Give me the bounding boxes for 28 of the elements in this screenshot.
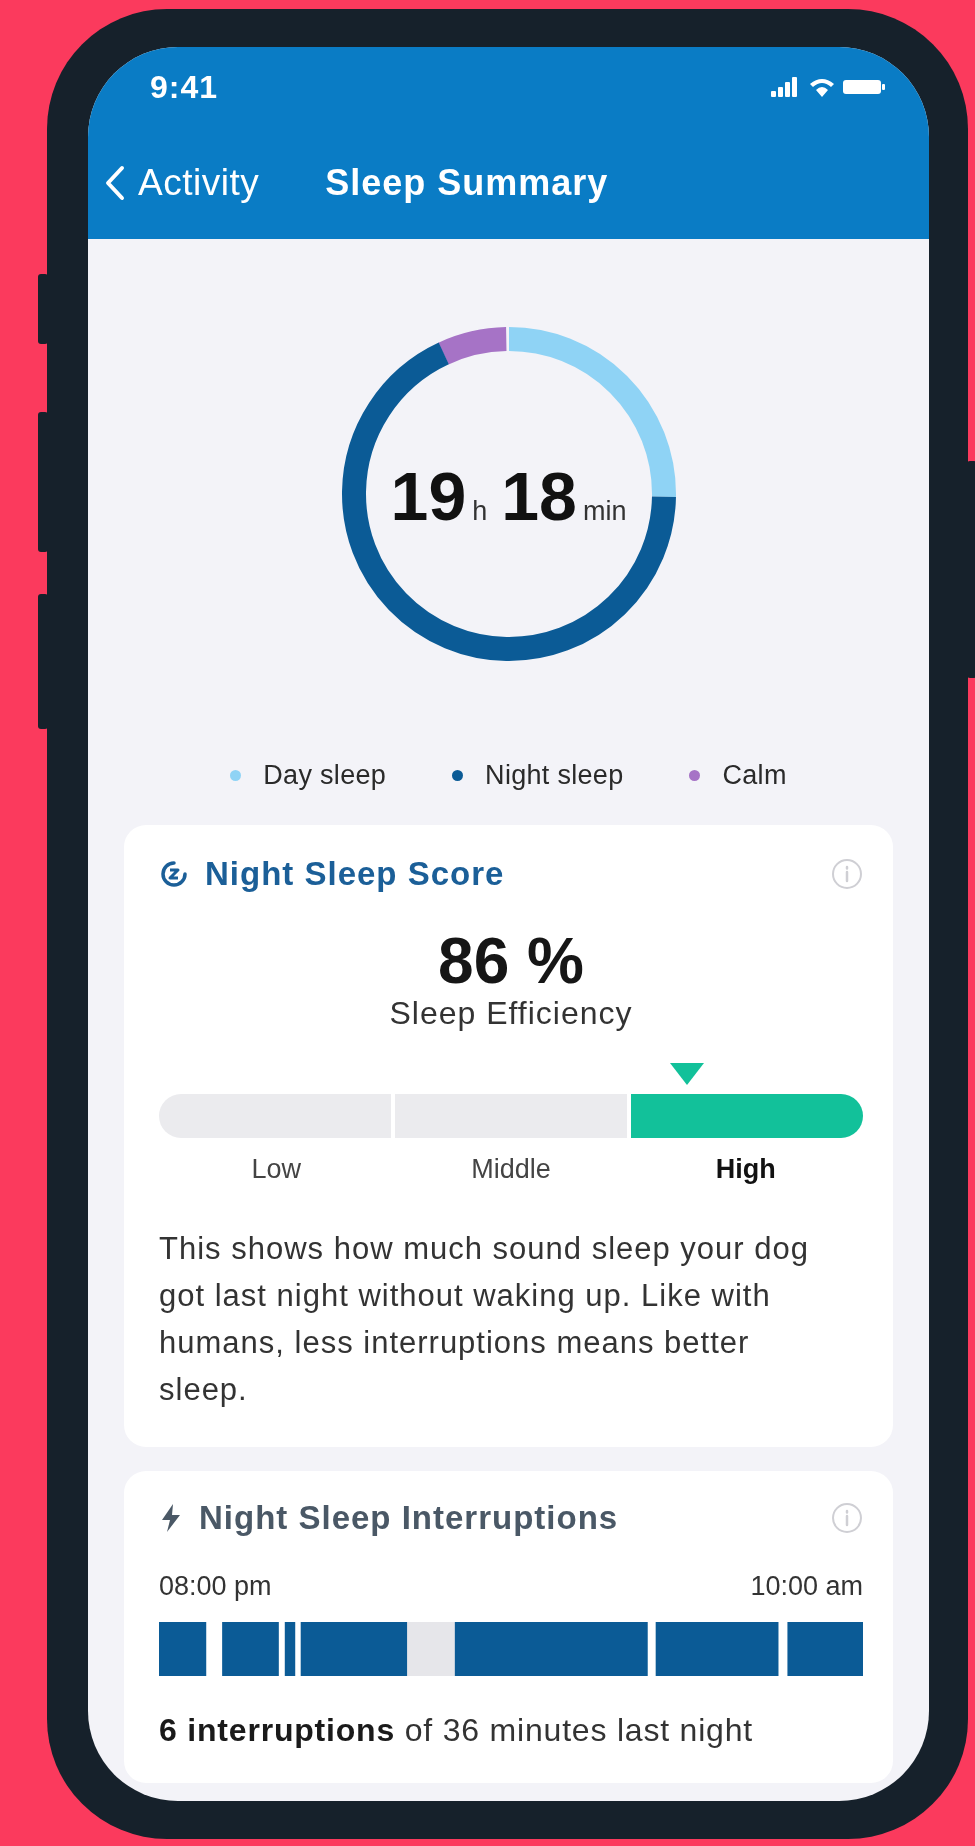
card-title: Night Sleep Interruptions bbox=[199, 1499, 619, 1537]
battery-icon bbox=[843, 77, 885, 97]
hours-unit: h bbox=[472, 496, 488, 527]
legend-label: Day sleep bbox=[263, 760, 387, 791]
minutes-value: 18 bbox=[501, 466, 577, 526]
status-time: 9:41 bbox=[150, 69, 219, 105]
end-time: 10:00 am bbox=[750, 1571, 863, 1602]
score-description: This shows how much sound sleep your dog got last night without waking up. Like with humans, less interruptions means better sleep. bbox=[159, 1230, 810, 1409]
hours-value: 19 bbox=[390, 466, 467, 526]
score-caption: Sleep Efficiency bbox=[388, 995, 634, 1032]
minutes-unit: min bbox=[582, 496, 627, 527]
level-label: Low bbox=[250, 1154, 303, 1185]
sleep-clock-icon bbox=[159, 859, 189, 889]
score-value: 86 % bbox=[437, 927, 585, 995]
card-title: Night Sleep Score bbox=[205, 855, 505, 893]
wifi-icon bbox=[809, 77, 835, 97]
info-icon[interactable] bbox=[831, 858, 863, 890]
chevron-left-icon bbox=[104, 165, 126, 201]
back-button[interactable]: Activity bbox=[104, 162, 260, 204]
screen-title: Sleep Summary bbox=[325, 162, 609, 204]
level-label: High bbox=[714, 1154, 777, 1185]
legend-label: Night sleep bbox=[485, 760, 624, 791]
level-label: Middle bbox=[470, 1154, 552, 1185]
lightning-icon bbox=[159, 1503, 183, 1533]
legend-label: Calm bbox=[722, 760, 787, 791]
start-time: 08:00 pm bbox=[159, 1571, 272, 1602]
info-icon[interactable] bbox=[831, 1502, 863, 1534]
interruptions-summary: 6 interruptions of 36 minutes last night bbox=[159, 1712, 754, 1749]
